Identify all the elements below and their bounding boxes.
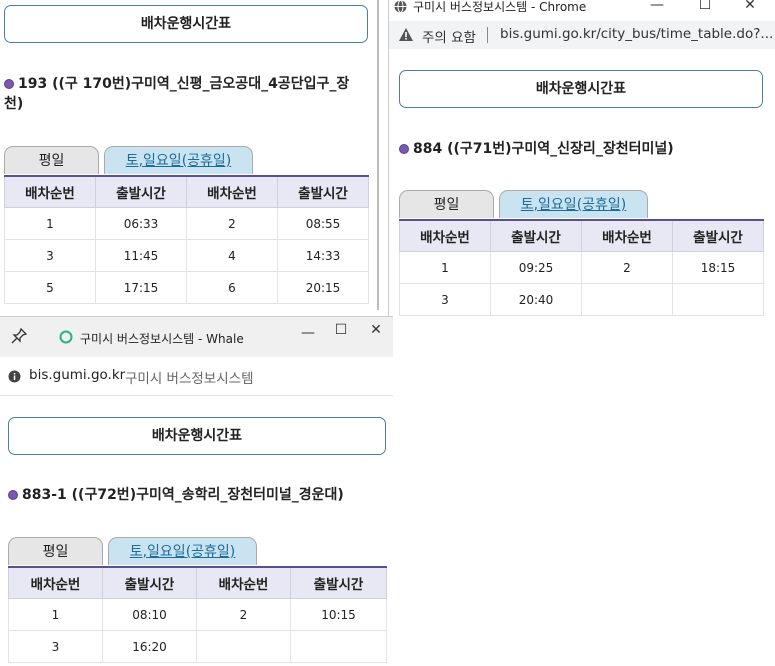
tab-weekday[interactable]: 평일: [8, 537, 103, 565]
tab-weekend[interactable]: 토,일요일(공휴일): [499, 190, 648, 218]
table-cell: 3: [399, 283, 491, 316]
table-cell: 1: [4, 207, 96, 240]
route-title: 883-1 ((구72번)구미역_송학리_장천터미널_경운대): [8, 485, 388, 505]
timetable: 배차순번 출발시간 배차순번 출발시간 1 09:25 2 18:15 3 20…: [399, 219, 764, 316]
table-cell: 6: [186, 271, 278, 304]
window-divider: [377, 0, 379, 310]
route-title: 193 ((구 170번)구미역_신평_금오공대_4공단입구_장천): [4, 76, 350, 112]
address-divider: [487, 27, 488, 43]
tab-weekend[interactable]: 토,일요일(공휴일): [108, 537, 257, 565]
table-cell: 18:15: [672, 251, 764, 284]
table-row: 1 08:10 2 10:15: [8, 598, 387, 631]
table-cell: 09:25: [490, 251, 582, 284]
header-cell: 출발시간: [672, 219, 764, 252]
header-cell: 배차순번: [399, 219, 491, 252]
table-cell: 4: [186, 239, 278, 272]
tab-weekend[interactable]: 토,일요일(공휴일): [104, 146, 253, 174]
table-cell: 2: [196, 598, 291, 631]
minimize-button[interactable]: —: [298, 325, 318, 341]
table-cell: [290, 630, 387, 663]
table-cell: 3: [4, 239, 96, 272]
table-cell: 1: [399, 251, 491, 284]
table-row: 1 09:25 2 18:15: [399, 251, 764, 284]
header-cell: 출발시간: [290, 566, 387, 599]
pin-icon[interactable]: [11, 328, 27, 344]
security-warning-label: 주의 요함: [422, 30, 476, 46]
timetable-title-box: 배차운행시간표: [8, 417, 386, 455]
info-icon: [8, 370, 21, 383]
table-cell: [581, 283, 673, 316]
maximize-button[interactable]: ☐: [331, 322, 351, 338]
table-cell: 14:33: [277, 239, 369, 272]
table-cell: 2: [581, 251, 673, 284]
table-cell: 20:15: [277, 271, 369, 304]
whale-window: 구미시 버스정보시스템 - Whale — ☐ ✕ bis.gumi.go.kr…: [0, 316, 393, 666]
table-cell: 10:15: [290, 598, 387, 631]
window-title: 구미시 버스정보시스템 - Chrome: [413, 0, 587, 14]
address-bar[interactable]: 주의 요함 bis.gumi.go.kr/city_bus/time_table…: [389, 21, 775, 49]
whale-titlebar: 구미시 버스정보시스템 - Whale — ☐ ✕: [0, 317, 393, 357]
minimize-button[interactable]: —: [647, 0, 667, 13]
timetable: 배차순번 출발시간 배차순번 출발시간 1 06:33 2 08:55 3 11…: [4, 175, 369, 304]
bullet-icon: [8, 490, 18, 500]
table-header-row: 배차순번 출발시간 배차순번 출발시간: [4, 175, 369, 208]
url-text[interactable]: bis.gumi.go.kr: [29, 367, 125, 383]
tab-weekday[interactable]: 평일: [399, 190, 494, 218]
timetable-title-box: 배차운행시간표: [4, 5, 368, 43]
table-cell: 1: [8, 598, 103, 631]
header-cell: 출발시간: [102, 566, 197, 599]
table-cell: [196, 630, 291, 663]
url-text[interactable]: bis.gumi.go.kr/city_bus/time_table.do?..…: [500, 26, 773, 42]
globe-icon: [394, 0, 407, 13]
whale-logo-icon: [59, 330, 73, 344]
warning-icon: [399, 28, 413, 41]
close-button[interactable]: ✕: [366, 322, 386, 338]
header-cell: 배차순번: [4, 175, 96, 208]
table-row: 5 17:15 6 20:15: [4, 271, 369, 304]
header-cell: 배차순번: [8, 566, 103, 599]
tab-weekday[interactable]: 평일: [4, 146, 99, 174]
maximize-button[interactable]: ☐: [695, 0, 715, 13]
table-cell: 16:20: [102, 630, 197, 663]
left-window: 배차운행시간표 193 ((구 170번)구미역_신평_금오공대_4공단입구_장…: [0, 0, 376, 315]
header-cell: 출발시간: [277, 175, 369, 208]
window-title: 구미시 버스정보시스템 - Whale: [80, 332, 244, 346]
table-row: 1 06:33 2 08:55: [4, 207, 369, 240]
table-cell: [672, 283, 764, 316]
bullet-icon: [4, 79, 14, 89]
table-cell: 5: [4, 271, 96, 304]
table-cell: 2: [186, 207, 278, 240]
table-cell: 06:33: [95, 207, 187, 240]
header-cell: 출발시간: [490, 219, 582, 252]
table-row: 3 11:45 4 14:33: [4, 239, 369, 272]
header-cell: 출발시간: [95, 175, 187, 208]
table-cell: 11:45: [95, 239, 187, 272]
table-cell: 20:40: [490, 283, 582, 316]
timetable: 배차순번 출발시간 배차순번 출발시간 1 08:10 2 10:15 3 16…: [8, 566, 387, 663]
chrome-titlebar: 구미시 버스정보시스템 - Chrome — ☐ ✕: [389, 0, 775, 16]
table-cell: 3: [8, 630, 103, 663]
close-button[interactable]: ✕: [740, 0, 760, 13]
table-header-row: 배차순번 출발시간 배차순번 출발시간: [399, 219, 764, 252]
header-cell: 배차순번: [186, 175, 278, 208]
table-row: 3 20:40: [399, 283, 764, 316]
header-cell: 배차순번: [196, 566, 291, 599]
table-cell: 08:10: [102, 598, 197, 631]
route-title: 884 ((구71번)구미역_신장리_장천터미널): [399, 139, 769, 159]
site-name: 구미시 버스정보시스템: [125, 371, 254, 387]
table-row: 3 16:20: [8, 630, 387, 663]
header-cell: 배차순번: [581, 219, 673, 252]
timetable-title-box: 배차운행시간표: [399, 70, 763, 108]
chrome-window: 구미시 버스정보시스템 - Chrome — ☐ ✕ 주의 요함 bis.gum…: [388, 0, 775, 316]
table-header-row: 배차순번 출발시간 배차순번 출발시간: [8, 566, 387, 599]
bullet-icon: [399, 144, 409, 154]
address-bar[interactable]: bis.gumi.go.kr 구미시 버스정보시스템: [0, 357, 393, 396]
table-cell: 08:55: [277, 207, 369, 240]
table-cell: 17:15: [95, 271, 187, 304]
